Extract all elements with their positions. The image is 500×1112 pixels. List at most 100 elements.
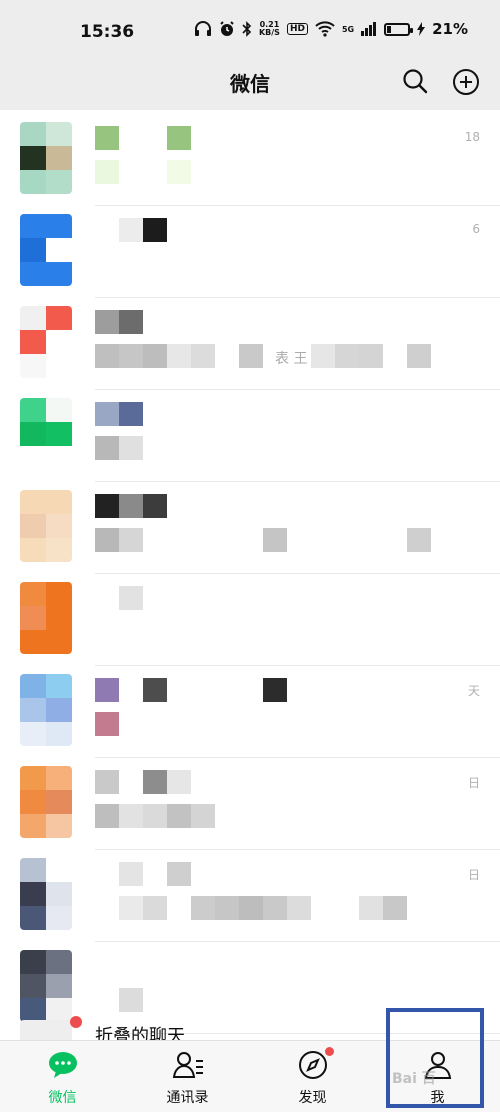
blurred-pixel (215, 678, 239, 702)
chat-item[interactable] (0, 388, 500, 482)
blurred-pixel (215, 344, 239, 368)
wifi-icon (315, 21, 335, 37)
blurred-pixel (311, 896, 335, 920)
avatar-pixel (46, 354, 72, 378)
avatar-pixel (20, 330, 46, 354)
blurred-pixel (143, 896, 167, 920)
avatar-pixel (20, 398, 46, 422)
blurred-pixel (95, 218, 119, 242)
chat-time: 日 (467, 776, 480, 790)
blurred-pixel (95, 804, 119, 828)
blurred-pixel (119, 862, 143, 886)
avatar-pixel (20, 630, 46, 654)
avatar-pixel (20, 354, 46, 378)
avatar-pixel (46, 674, 72, 698)
avatar (20, 490, 72, 562)
blurred-pixel (191, 804, 215, 828)
blurred-pixel (95, 770, 119, 794)
avatar-pixel (46, 722, 72, 746)
search-icon[interactable] (402, 68, 428, 94)
blurred-pixel (287, 528, 311, 552)
blurred-pixel (95, 402, 119, 426)
avatar-pixel (46, 882, 72, 906)
avatar-pixel (46, 238, 72, 262)
headphones-icon (194, 21, 211, 36)
avatar-pixel (46, 790, 72, 814)
status-bar: 15:36 0.21 KB/S HD 5G 21% (0, 0, 500, 64)
avatar-pixel (20, 122, 46, 146)
blurred-pixel (239, 678, 263, 702)
blurred-pixel (143, 804, 167, 828)
blurred-pixel (143, 126, 167, 150)
chat-time: 6 (472, 222, 480, 236)
blurred-pixel (263, 896, 287, 920)
blurred-pixel (263, 678, 287, 702)
chat-item[interactable] (0, 480, 500, 574)
chat-name (95, 678, 287, 702)
signal-label: 5G (341, 24, 355, 34)
avatar-pixel (46, 146, 72, 170)
chat-list[interactable]: 18 6 表 王天日日 (0, 110, 500, 1040)
avatar-pixel (46, 950, 72, 974)
blurred-pixel (119, 528, 143, 552)
blurred-pixel (383, 528, 407, 552)
avatar-pixel (46, 814, 72, 838)
blurred-pixel (239, 528, 263, 552)
blurred-pixel (215, 896, 239, 920)
blurred-pixel (311, 344, 335, 368)
avatar-pixel (20, 858, 46, 882)
chat-item[interactable]: 18 (0, 112, 500, 206)
blurred-pixel (95, 862, 119, 886)
avatar (20, 674, 72, 746)
avatar-pixel (46, 398, 72, 422)
avatar-pixel (46, 766, 72, 790)
blurred-pixel (311, 528, 335, 552)
avatar-pixel (20, 882, 46, 906)
chat-item[interactable]: 日 (0, 756, 500, 850)
blurred-pixel (119, 804, 143, 828)
tab-chats[interactable]: 微信 (0, 1041, 125, 1112)
blurred-pixel (143, 770, 167, 794)
chat-item[interactable]: 表 王 (0, 296, 500, 390)
chat-name (95, 494, 167, 518)
network-speed-unit: KB/S (258, 28, 280, 37)
chat-preview (95, 712, 119, 736)
battery-icon (384, 22, 414, 36)
blurred-pixel (119, 586, 143, 610)
add-icon[interactable] (452, 68, 480, 96)
avatar-pixel (20, 722, 46, 746)
chat-item[interactable] (0, 572, 500, 666)
chat-preview: 表 王 (95, 344, 431, 368)
avatar-pixel (46, 422, 72, 446)
avatar (20, 766, 72, 838)
chat-name (95, 126, 191, 150)
chat-item[interactable]: 天 (0, 664, 500, 758)
chat-time: 天 (467, 684, 480, 698)
avatar-pixel (20, 582, 46, 606)
blurred-pixel (119, 770, 143, 794)
bluetooth-icon (242, 21, 252, 37)
chat-name (95, 402, 143, 426)
tab-contacts[interactable]: 通讯录 (125, 1041, 250, 1112)
avatar-pixel (20, 766, 46, 790)
avatar-pixel (20, 674, 46, 698)
blurred-pixel (119, 402, 143, 426)
chat-preview (95, 896, 407, 920)
chat-item[interactable]: 6 (0, 204, 500, 298)
blurred-pixel (119, 218, 143, 242)
blurred-pixel (167, 344, 191, 368)
avatar-pixel (46, 538, 72, 562)
tab-discover[interactable]: 发现 (250, 1041, 375, 1112)
avatar-pixel (20, 906, 46, 930)
chat-name (95, 218, 167, 242)
chat-item[interactable]: 日 (0, 848, 500, 942)
blurred-pixel (143, 678, 167, 702)
blurred-pixel (335, 896, 359, 920)
avatar-pixel (46, 630, 72, 654)
avatar-pixel (20, 998, 46, 1022)
blurred-pixel (95, 528, 119, 552)
chat-time: 18 (464, 130, 480, 144)
avatar-pixel (46, 122, 72, 146)
blurred-pixel (383, 344, 407, 368)
chat-preview (95, 988, 143, 1012)
